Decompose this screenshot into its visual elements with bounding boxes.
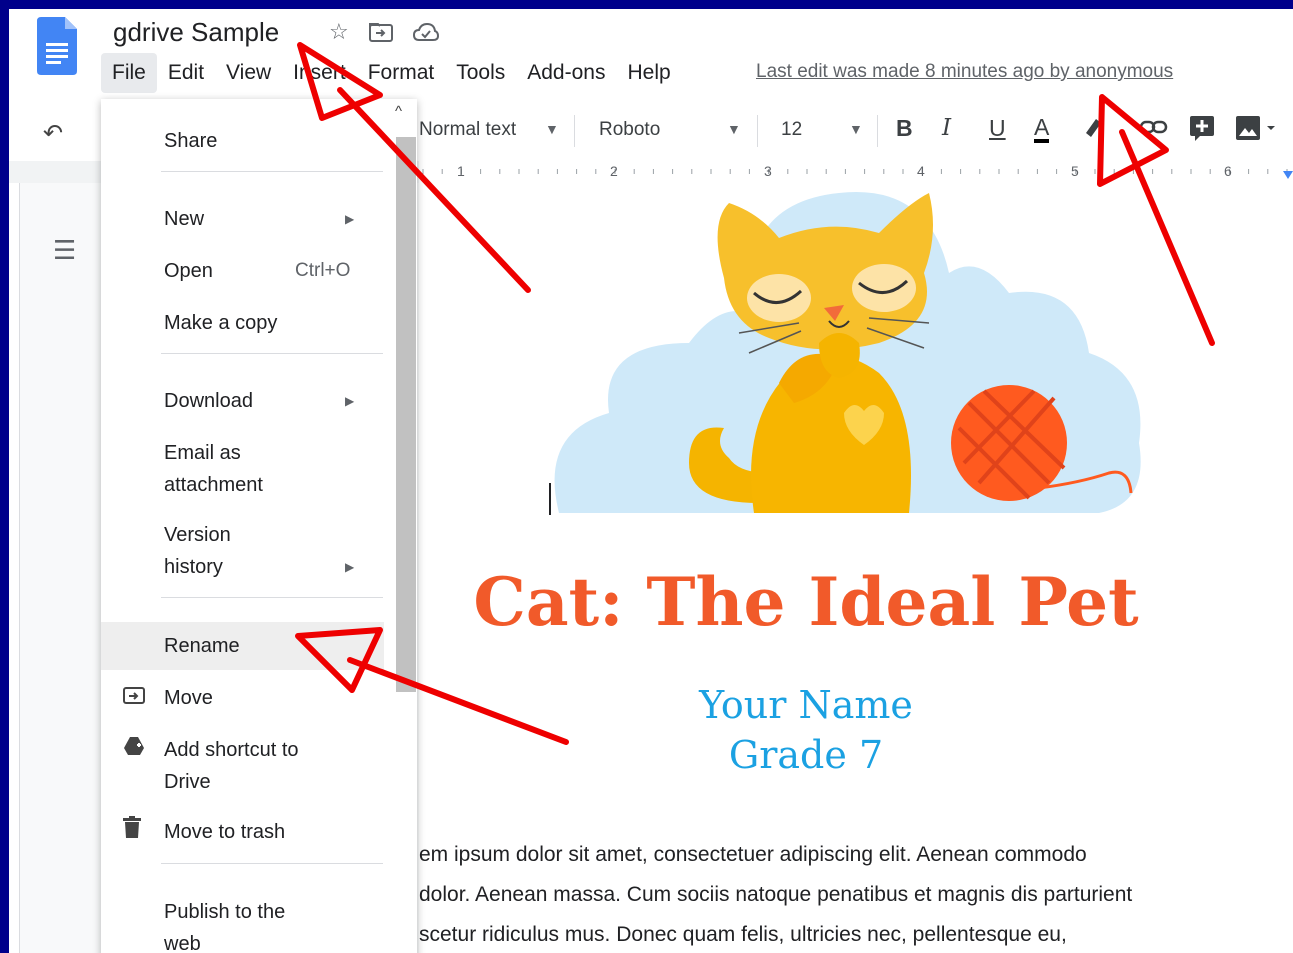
text-color-button[interactable]: A bbox=[1034, 115, 1050, 143]
move-folder-icon bbox=[123, 682, 145, 714]
paragraph-style-dropdown[interactable]: Normal text bbox=[419, 119, 516, 141]
file-menu-dropdown: Share New ▶ Open Ctrl+O Make a copy Down… bbox=[101, 99, 417, 953]
body-text-line[interactable]: em ipsum dolor sit amet, consectetuer ad… bbox=[419, 843, 1087, 867]
document-page[interactable]: Cat: The Ideal Pet Your Name Grade 7 em … bbox=[419, 183, 1293, 953]
text-cursor bbox=[549, 483, 551, 515]
chevron-up-icon[interactable]: ^ bbox=[395, 103, 402, 120]
menu-item-move[interactable]: Move bbox=[101, 682, 384, 714]
menu-item-label: web bbox=[164, 933, 201, 953]
menu-item-label: Add shortcut to bbox=[164, 739, 299, 761]
menu-item-label: Download bbox=[164, 390, 253, 412]
menu-item-make-a-copy[interactable]: Make a copy bbox=[101, 307, 384, 339]
document-outline-icon[interactable]: ☰ bbox=[53, 235, 76, 266]
document-subtitle-name[interactable]: Your Name bbox=[419, 683, 1193, 727]
menu-scrollbar-thumb[interactable] bbox=[396, 137, 416, 692]
menu-divider bbox=[161, 863, 383, 864]
insert-image-icon[interactable] bbox=[1235, 115, 1281, 147]
menu-item-open[interactable]: Open Ctrl+O bbox=[101, 255, 384, 287]
menu-divider bbox=[161, 353, 383, 354]
bold-button[interactable]: B bbox=[896, 115, 913, 142]
menu-item-label: history bbox=[164, 556, 223, 578]
menu-item-download[interactable]: Download ▶ bbox=[101, 385, 384, 417]
menu-add-ons[interactable]: Add-ons bbox=[516, 53, 616, 93]
menu-item-shortcut: Ctrl+O bbox=[295, 260, 351, 281]
menu-item-label: attachment bbox=[164, 474, 263, 496]
menu-edit[interactable]: Edit bbox=[157, 53, 215, 93]
font-dropdown[interactable]: Roboto bbox=[599, 119, 660, 141]
menu-item-share[interactable]: Share bbox=[101, 125, 384, 157]
underline-button[interactable]: U bbox=[989, 115, 1006, 142]
menu-item-new[interactable]: New ▶ bbox=[101, 203, 384, 235]
body-text-line[interactable]: scetur ridiculus mus. Donec quam felis, … bbox=[419, 923, 1067, 947]
menu-divider bbox=[161, 171, 383, 172]
ruler-number: 2 bbox=[610, 163, 618, 179]
menu-tools[interactable]: Tools bbox=[445, 53, 516, 93]
menu-item-label: Email as bbox=[164, 442, 241, 464]
document-subtitle-grade[interactable]: Grade 7 bbox=[419, 733, 1193, 777]
menu-item-label: Move to trash bbox=[164, 821, 286, 843]
ruler-track[interactable]: 1 2 3 4 5 6 bbox=[419, 161, 1293, 184]
title-icons: ☆ bbox=[329, 19, 439, 45]
menu-item-move-to-trash[interactable]: Move to trash bbox=[101, 816, 384, 848]
vertical-ruler bbox=[9, 183, 20, 953]
menu-item-rename[interactable]: Rename bbox=[101, 622, 384, 670]
insert-comment-icon[interactable] bbox=[1189, 115, 1215, 147]
menu-divider bbox=[161, 597, 383, 598]
menu-item-version-history[interactable]: Version history ▶ bbox=[101, 519, 384, 583]
menu-item-label: Open bbox=[164, 260, 213, 282]
menu-item-label: Drive bbox=[164, 771, 211, 793]
ruler-number: 3 bbox=[764, 163, 772, 179]
cloud-status-icon[interactable] bbox=[412, 22, 439, 42]
chevron-down-icon: ▼ bbox=[849, 121, 863, 137]
drive-shortcut-icon bbox=[123, 734, 145, 766]
ruler-number: 4 bbox=[917, 163, 925, 179]
document-heading[interactable]: Cat: The Ideal Pet bbox=[419, 563, 1193, 641]
ruler-number: 1 bbox=[457, 163, 465, 179]
google-docs-logo-icon[interactable] bbox=[37, 17, 77, 75]
ruler-ticks bbox=[422, 169, 1293, 179]
body-text-line[interactable]: dolor. Aenean massa. Cum sociis natoque … bbox=[419, 883, 1132, 907]
trash-icon bbox=[123, 816, 141, 848]
menu-item-label: Move bbox=[164, 687, 213, 709]
submenu-arrow-icon: ▶ bbox=[345, 212, 355, 226]
submenu-arrow-icon: ▶ bbox=[345, 560, 355, 574]
menu-item-label: Version bbox=[164, 524, 231, 546]
last-edit-link[interactable]: Last edit was made 8 minutes ago by anon… bbox=[756, 61, 1173, 83]
chevron-down-icon: ▼ bbox=[545, 121, 559, 137]
menu-view[interactable]: View bbox=[215, 53, 282, 93]
ruler-number: 6 bbox=[1224, 163, 1232, 179]
highlight-color-icon[interactable] bbox=[1082, 115, 1104, 145]
toolbar-divider bbox=[574, 115, 575, 147]
move-to-folder-icon[interactable] bbox=[368, 22, 393, 42]
link-icon[interactable] bbox=[1139, 115, 1169, 145]
menu-item-add-shortcut-to-drive[interactable]: Add shortcut to Drive bbox=[101, 734, 384, 798]
menu-item-label: Rename bbox=[164, 635, 240, 657]
menu-item-label: Make a copy bbox=[164, 312, 278, 334]
menu-item-email-as-attachment[interactable]: Email as attachment bbox=[101, 437, 384, 501]
ruler-number: 5 bbox=[1071, 163, 1079, 179]
menu-file[interactable]: File bbox=[101, 53, 157, 93]
chevron-down-icon: ▼ bbox=[727, 121, 741, 137]
font-size-dropdown[interactable]: 12 bbox=[781, 119, 802, 141]
menu-item-label: Publish to the bbox=[164, 901, 286, 923]
submenu-arrow-icon: ▶ bbox=[345, 394, 355, 408]
menu-item-label: Share bbox=[164, 130, 218, 152]
toolbar-divider bbox=[757, 115, 758, 147]
menu-bar: File Edit View Insert Format Tools Add-o… bbox=[101, 53, 682, 93]
menu-format[interactable]: Format bbox=[357, 53, 446, 93]
italic-button[interactable]: I bbox=[942, 115, 951, 141]
toolbar-divider bbox=[877, 115, 878, 147]
menu-item-publish-to-the-web[interactable]: Publish to the web bbox=[101, 896, 384, 953]
menu-insert[interactable]: Insert bbox=[282, 53, 357, 93]
undo-icon[interactable]: ↶ bbox=[43, 119, 63, 148]
cat-illustration bbox=[554, 192, 1141, 513]
app-window: gdrive Sample ☆ File Edit View Insert Fo… bbox=[9, 9, 1293, 953]
menu-help[interactable]: Help bbox=[616, 53, 681, 93]
document-title[interactable]: gdrive Sample bbox=[113, 17, 279, 48]
menu-item-label: New bbox=[164, 208, 205, 230]
star-icon[interactable]: ☆ bbox=[329, 19, 349, 45]
